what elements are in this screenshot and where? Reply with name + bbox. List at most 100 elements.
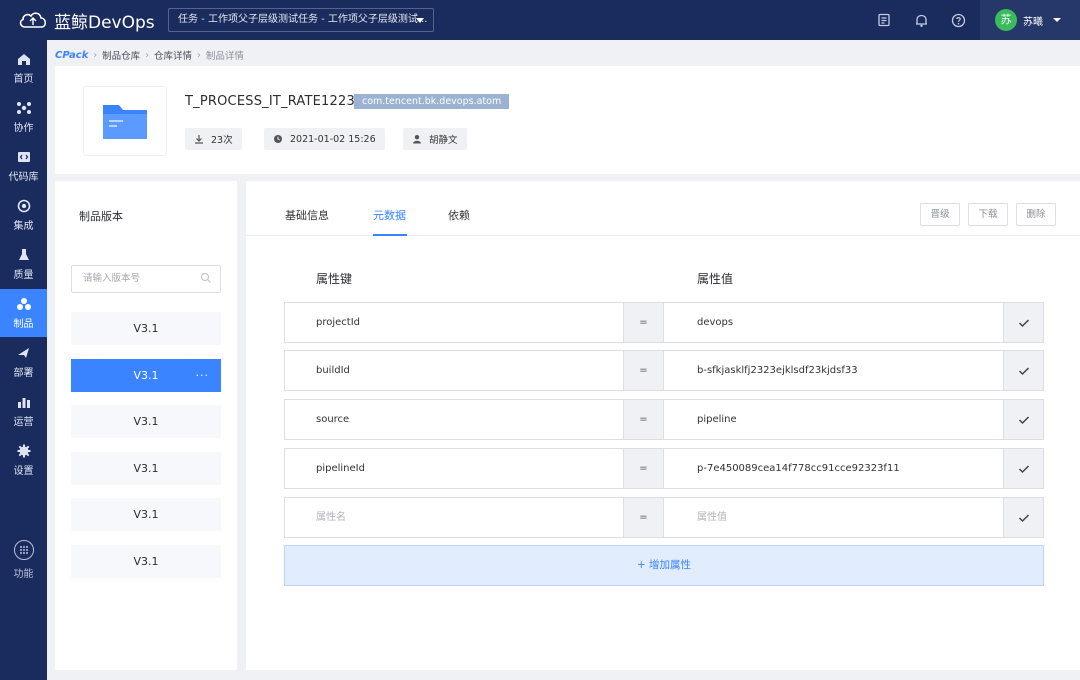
collab-icon: [16, 101, 31, 114]
version-item[interactable]: V3.1: [71, 545, 221, 578]
sidebar-item-label: 质量: [13, 269, 34, 281]
app-name: 蓝鲸DevOps: [54, 12, 155, 33]
caret-down-icon: [416, 18, 424, 23]
version-item[interactable]: V3.1: [71, 312, 221, 345]
sidebar-item-code[interactable]: 代码库: [0, 142, 47, 190]
artifact-header: T_PROCESS_IT_RATE1223 com.tencent.bk.dev…: [55, 66, 1080, 174]
version-item-active[interactable]: V3.1 ···: [71, 359, 221, 392]
breadcrumb-item[interactable]: 仓库详情: [154, 48, 192, 62]
check-icon[interactable]: [1003, 399, 1044, 440]
new-value-input[interactable]: 属性值: [697, 498, 727, 537]
user-menu[interactable]: 苏 苏曦: [980, 0, 1080, 40]
tab-basic-info[interactable]: 基础信息: [285, 207, 329, 223]
metadata-row: projectId = devops: [284, 302, 1044, 343]
quality-icon: [18, 248, 29, 260]
sidebar: 首页 协作 代码库 集成 质量 制品 部署 运营 设置 功能: [0, 40, 47, 680]
app-logo[interactable]: 蓝鲸DevOps: [0, 8, 168, 33]
more-icon[interactable]: ···: [196, 359, 210, 392]
deploy-icon: [17, 347, 29, 358]
home-icon: [17, 53, 30, 65]
metadata-row: source = pipeline: [284, 399, 1044, 440]
metadata-value[interactable]: b-sfkjasklfj2323ejklsdf23kjdsf33: [697, 351, 858, 390]
promote-button[interactable]: 晋级: [920, 203, 960, 226]
check-icon[interactable]: [1003, 497, 1044, 538]
download-button[interactable]: 下载: [968, 203, 1008, 226]
sidebar-item-ops[interactable]: 运营: [0, 387, 47, 435]
cloud-logo-icon: [19, 12, 47, 28]
check-icon[interactable]: [1003, 448, 1044, 489]
check-icon[interactable]: [1003, 350, 1044, 391]
help-icon[interactable]: [948, 10, 968, 30]
sidebar-item-collab[interactable]: 协作: [0, 93, 47, 141]
metadata-value[interactable]: pipeline: [697, 400, 737, 439]
tab-bar: 基础信息 元数据 依赖 晋级 下载 删除: [246, 181, 1080, 236]
active-tab-indicator: [373, 234, 407, 236]
breadcrumb-item[interactable]: 制品仓库: [102, 48, 140, 62]
bell-icon[interactable]: [911, 10, 931, 30]
chevron-right-icon: ›: [145, 49, 149, 61]
equals-sign: =: [623, 448, 664, 489]
downloads-chip: 23次: [185, 128, 242, 150]
version-panel: 制品版本 请输入版本号 V3.1 V3.1 ··· V3.1 V3.1 V3.1…: [55, 181, 237, 670]
sidebar-item-artifact[interactable]: 制品: [0, 289, 47, 337]
sidebar-item-home[interactable]: 首页: [0, 44, 47, 92]
tab-dependencies[interactable]: 依赖: [448, 207, 470, 223]
sidebar-functions[interactable]: 功能: [0, 540, 47, 580]
delete-button[interactable]: 删除: [1016, 203, 1056, 226]
sidebar-item-deploy[interactable]: 部署: [0, 338, 47, 386]
metadata-key[interactable]: source: [316, 400, 349, 439]
chevron-right-icon: ›: [197, 49, 201, 61]
version-item[interactable]: V3.1: [71, 405, 221, 438]
sidebar-item-label: 制品: [13, 318, 34, 330]
author-name: 胡静文: [429, 135, 458, 146]
sidebar-functions-label: 功能: [13, 569, 34, 580]
upload-date: 2021-01-02 15:26: [290, 133, 376, 145]
integration-icon: [17, 199, 30, 212]
metadata-value[interactable]: p-7e450089cea14f778cc91cce92323f11: [697, 449, 900, 488]
artifact-icon: [16, 297, 31, 310]
metadata-key[interactable]: projectId: [316, 303, 360, 342]
avatar: 苏: [995, 9, 1017, 31]
code-icon: [17, 151, 30, 162]
date-chip: 2021-01-02 15:26: [264, 128, 385, 150]
task-selector-value: 任务 - 工作项父子层级测试任务 - 工作项父子层级测试...: [178, 14, 428, 25]
equals-sign: =: [623, 497, 664, 538]
metadata-row: pipelineId = p-7e450089cea14f778cc91cce9…: [284, 448, 1044, 489]
metadata-row: buildId = b-sfkjasklfj2323ejklsdf23kjdsf…: [284, 350, 1044, 391]
check-icon[interactable]: [1003, 302, 1044, 343]
metadata-new-row: 属性名 = 属性值: [284, 497, 1044, 538]
sidebar-item-settings[interactable]: 设置: [0, 436, 47, 484]
metadata-key[interactable]: pipelineId: [316, 449, 365, 488]
caret-down-icon: [1053, 18, 1061, 22]
folder-thumbnail: [83, 86, 167, 156]
sidebar-item-label: 部署: [13, 367, 34, 379]
search-icon: [200, 272, 211, 283]
key-column-header: 属性键: [316, 272, 353, 286]
add-property-button[interactable]: + 增加属性: [284, 545, 1044, 586]
sidebar-item-label: 协作: [13, 122, 34, 134]
equals-sign: =: [623, 399, 664, 440]
tab-metadata[interactable]: 元数据: [373, 207, 406, 223]
version-item[interactable]: V3.1: [71, 452, 221, 485]
sidebar-item-quality[interactable]: 质量: [0, 240, 47, 288]
breadcrumb: CPack › 制品仓库 › 仓库详情 › 制品详情: [55, 48, 244, 63]
user-icon: [413, 135, 421, 144]
author-chip: 胡静文: [403, 128, 467, 150]
sidebar-item-label: 设置: [13, 465, 34, 477]
username: 苏曦: [1023, 16, 1043, 28]
equals-sign: =: [623, 350, 664, 391]
downloads-count: 23次: [211, 135, 233, 146]
task-selector[interactable]: 任务 - 工作项父子层级测试任务 - 工作项父子层级测试...: [168, 8, 434, 32]
sidebar-item-integration[interactable]: 集成: [0, 191, 47, 239]
metadata-value[interactable]: devops: [697, 303, 733, 342]
metadata-key[interactable]: buildId: [316, 351, 350, 390]
version-search-input[interactable]: 请输入版本号: [71, 265, 221, 293]
new-key-input[interactable]: 属性名: [316, 498, 346, 537]
equals-sign: =: [623, 302, 664, 343]
doc-icon[interactable]: [874, 10, 894, 30]
artifact-name: T_PROCESS_IT_RATE1223: [185, 94, 355, 109]
folder-icon: [103, 105, 147, 139]
version-panel-title: 制品版本: [79, 210, 123, 223]
version-item[interactable]: V3.1: [71, 498, 221, 531]
breadcrumb-root[interactable]: CPack: [55, 50, 88, 61]
